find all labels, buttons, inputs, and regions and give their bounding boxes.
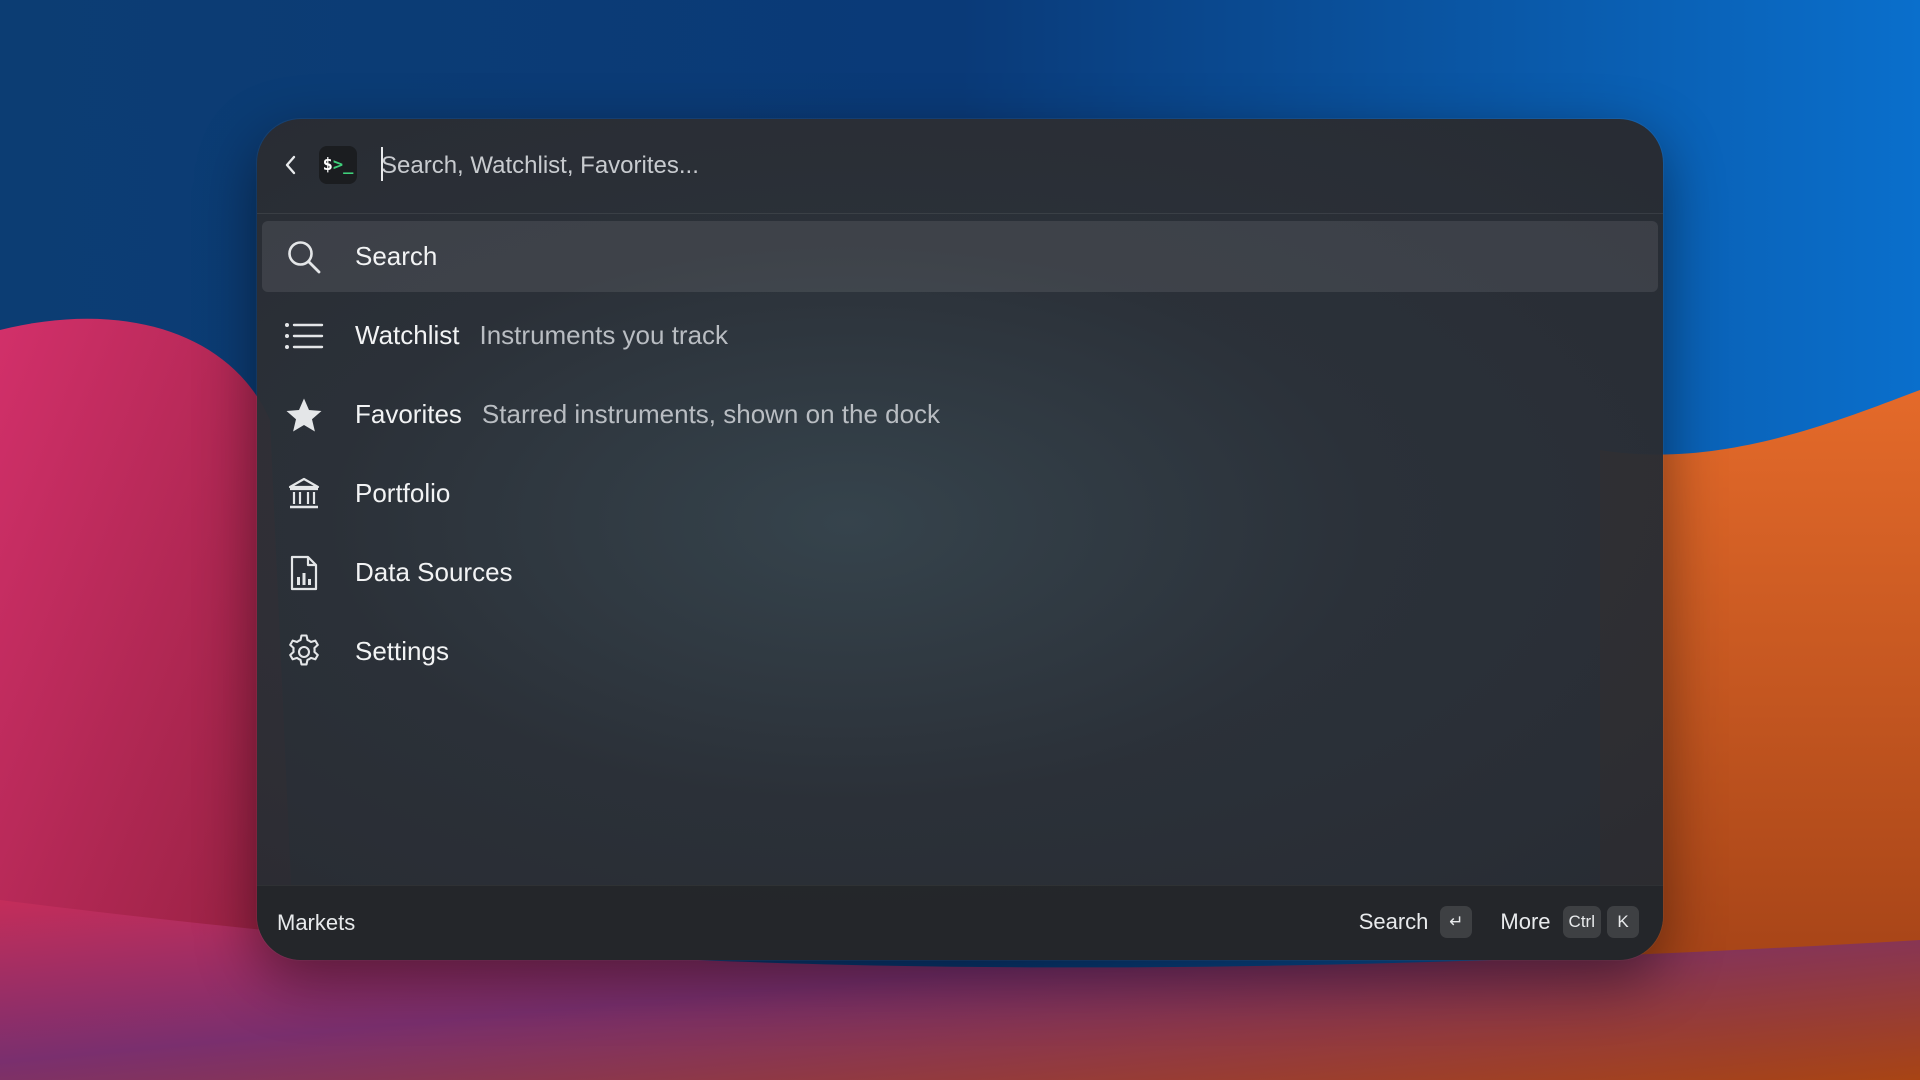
chevron-left-icon [282,154,300,181]
gear-icon [284,632,324,672]
item-label: Data Sources [355,557,513,587]
list-item-watchlist[interactable]: Watchlist Instruments you track [262,300,1658,371]
app-icon-dollar: $ [322,155,333,175]
terminal-app-icon: $ >_ [319,146,357,184]
back-button[interactable] [273,149,309,185]
command-palette-window: $ >_ Search, Watchlist, Favorites... Sea… [257,119,1663,960]
chart-file-icon [284,553,324,593]
palette-footer: Markets Search ↵ More Ctrl K [257,885,1663,960]
palette-header: $ >_ [257,119,1663,214]
list-item-search[interactable]: Search [262,221,1658,292]
bank-icon [284,474,324,514]
star-icon [284,395,324,435]
list-item-data-sources[interactable]: Data Sources [262,537,1658,608]
item-label: Search [355,241,438,271]
list-item-settings[interactable]: Settings [262,616,1658,687]
search-action-button[interactable]: Search [1359,909,1429,935]
list-item-portfolio[interactable]: Portfolio [262,458,1658,529]
command-list: Search Watchlist Instruments you track F… [257,221,1663,695]
footer-title: Markets [277,910,356,935]
item-label: Watchlist [355,320,460,350]
list-icon [284,316,324,356]
item-label: Settings [355,636,449,666]
item-label: Portfolio [355,478,451,508]
k-key-badge: K [1607,906,1639,938]
search-input[interactable] [379,141,1583,191]
enter-key-icon: ↵ [1440,906,1473,938]
app-icon-prompt: >_ [332,155,354,175]
item-subtitle: Instruments you track [479,320,729,350]
footer-actions: Search ↵ More Ctrl K [1359,904,1645,940]
more-actions-button[interactable]: More [1500,909,1550,935]
ctrl-key-badge: Ctrl [1562,906,1601,938]
item-subtitle: Starred instruments, shown on the dock [481,399,941,429]
item-label: Favorites [355,399,462,429]
search-icon [284,237,324,277]
text-caret [381,147,383,181]
list-item-favorites[interactable]: Favorites Starred instruments, shown on t… [262,379,1658,450]
